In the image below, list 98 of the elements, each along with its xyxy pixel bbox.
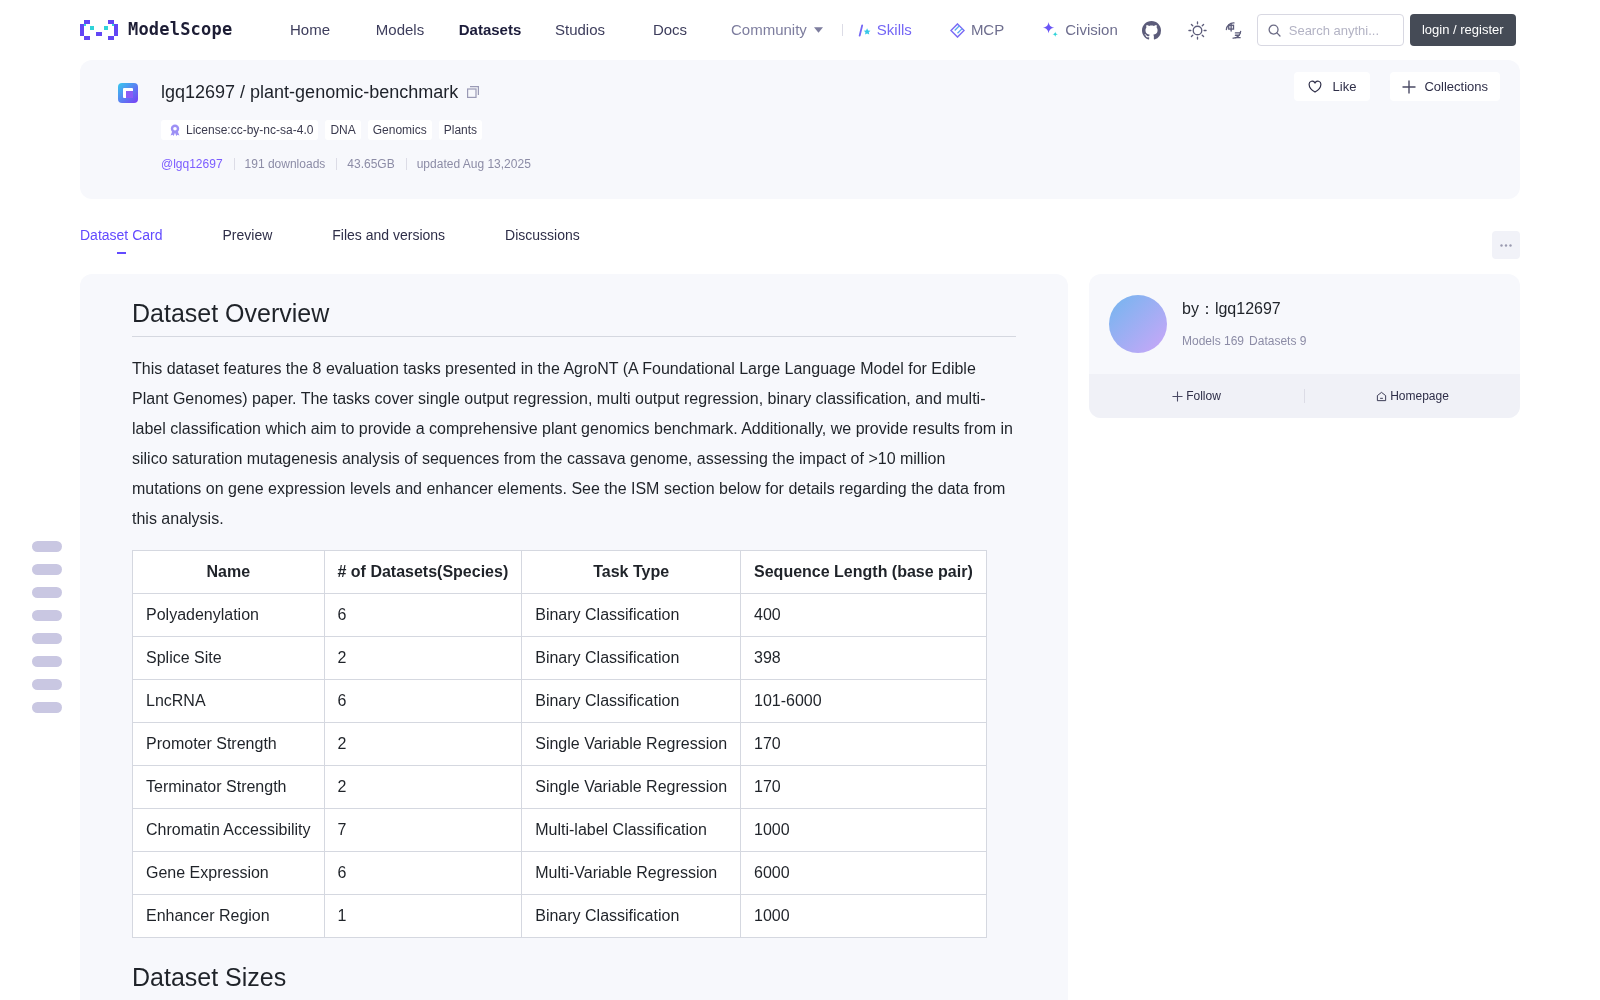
table-cell: Binary Classification <box>521 679 741 723</box>
table-cell: 170 <box>740 765 987 809</box>
table-cell: 6 <box>324 593 522 637</box>
outline-marker[interactable] <box>32 587 62 598</box>
table-cell: Splice Site <box>132 636 324 680</box>
table-cell: 398 <box>740 636 987 680</box>
nav-link[interactable]: Skills <box>857 18 912 42</box>
table-cell: Binary Classification <box>521 636 741 680</box>
author-link[interactable]: @lgq12697 <box>161 156 223 172</box>
table-cell: 6 <box>324 679 522 723</box>
table-cell: Binary Classification <box>521 593 741 637</box>
nav-link[interactable]: Models <box>355 18 445 42</box>
github-icon[interactable] <box>1141 20 1161 40</box>
caret-icon <box>813 27 823 33</box>
license-tag[interactable]: License:cc-by-nc-sa-4.0 <box>161 120 319 140</box>
table-cell: Single Variable Regression <box>521 722 741 766</box>
table-cell: Multi-label Classification <box>521 808 741 852</box>
meta-text: 43.65GB <box>347 156 395 172</box>
homepage-button[interactable]: Homepage <box>1305 374 1520 418</box>
login-button[interactable]: login / register <box>1409 14 1516 46</box>
column-header: Task Type <box>521 550 741 594</box>
table-cell: 7 <box>324 808 522 852</box>
sun-icon[interactable] <box>1187 20 1207 40</box>
column-header: # of Datasets(Species) <box>324 550 522 594</box>
author-stat: Models 169 <box>1182 333 1245 349</box>
tab[interactable]: Preview <box>222 225 273 255</box>
search-field[interactable]: Search anythi... <box>1256 14 1404 46</box>
outline-marker[interactable] <box>32 541 62 552</box>
like-button[interactable]: Like <box>1293 72 1371 101</box>
heart-icon <box>1307 80 1322 93</box>
table-cell: 6000 <box>740 851 987 895</box>
dataset-icon <box>118 83 138 103</box>
more-icon <box>1500 243 1512 247</box>
outline-marker[interactable] <box>32 702 62 713</box>
table-cell: 2 <box>324 765 522 809</box>
nav-link[interactable]: Datasets <box>445 18 535 42</box>
tab[interactable]: Dataset Card <box>80 225 163 255</box>
author-stat: Datasets 9 <box>1249 333 1307 349</box>
diamond-icon <box>949 22 965 38</box>
plus-icon <box>1402 79 1417 94</box>
table-cell: 400 <box>740 593 987 637</box>
collections-button[interactable]: Collections <box>1390 72 1500 101</box>
nav-link[interactable]: Docs <box>625 18 715 42</box>
author-name: by：lgq12697 <box>1182 299 1282 319</box>
outline-marker[interactable] <box>32 656 62 667</box>
table-cell: 2 <box>324 636 522 680</box>
dataset-title: lgq12697 / plant-genomic-benchmark <box>161 81 459 104</box>
follow-button[interactable]: Follow <box>1089 374 1304 418</box>
table-cell: Single Variable Regression <box>521 765 741 809</box>
table-cell: Terminator Strength <box>132 765 324 809</box>
table-cell: 2 <box>324 722 522 766</box>
nav-dropdown[interactable]: Community <box>731 18 823 42</box>
table-cell: Chromatin Accessibility <box>132 808 324 852</box>
meta-text: 191 downloads <box>244 156 326 172</box>
table-cell: Promoter Strength <box>132 722 324 766</box>
column-header: Name <box>132 550 324 594</box>
table-cell: 170 <box>740 722 987 766</box>
section-heading: Dataset Overview <box>132 298 1016 337</box>
section-heading: Dataset Sizes <box>132 962 1016 1000</box>
table-cell: 101-6000 <box>740 679 987 723</box>
nav-link[interactable]: Studios <box>535 18 625 42</box>
tab[interactable]: Discussions <box>505 225 580 255</box>
logo-link[interactable]: ModelScope <box>80 17 233 43</box>
column-header: Sequence Length (base pair) <box>740 550 987 594</box>
nav-link[interactable]: Civision <box>1042 18 1118 42</box>
table-cell: Binary Classification <box>521 894 741 938</box>
table-cell: Multi-Variable Regression <box>521 851 741 895</box>
table-cell: LncRNA <box>132 679 324 723</box>
copy-icon[interactable] <box>467 86 480 98</box>
description-paragraph: This dataset features the 8 evaluation tasks presented in the AgroNT (A Foundational Large Language Model for Edible Plant Genomes) paper. The tasks cover single output regression, multi output regression, binary classification, and multi-label classification which aim to provide a comprehensive plant genomics benchmark. Additionally, we provide results from in silico saturation mutagenesis analysis of sequences from the cassava genome, assessing the impact of >10 million mutations on gene expression levels and enhancer elements. See the ISM section below for details regarding the data from this analysis. <box>132 359 1014 529</box>
outline-marker[interactable] <box>32 679 62 690</box>
table-cell: Polyadenylation <box>132 593 324 637</box>
more-button[interactable] <box>1492 231 1520 259</box>
tag[interactable]: DNA <box>325 120 361 140</box>
tag[interactable]: Genomics <box>367 120 432 140</box>
tag[interactable]: Plants <box>438 120 483 140</box>
logo-icon <box>80 20 118 40</box>
outline-marker[interactable] <box>32 564 62 575</box>
nav-link[interactable]: MCP <box>949 18 1005 42</box>
award-icon <box>169 124 181 136</box>
tab[interactable]: Files and versions <box>332 225 446 255</box>
outline-marker[interactable] <box>32 610 62 621</box>
table-cell: 1000 <box>740 808 987 852</box>
meta-text: updated Aug 13,2025 <box>416 156 531 172</box>
slash-star-icon <box>857 23 871 37</box>
outline-marker[interactable] <box>32 633 62 644</box>
nav-link[interactable]: Home <box>265 18 355 42</box>
sparkle-icon <box>1042 21 1060 39</box>
house-icon <box>1376 390 1388 402</box>
avatar <box>1109 295 1167 353</box>
table-cell: 1 <box>324 894 522 938</box>
translate-icon[interactable] <box>1223 20 1243 40</box>
search-icon <box>1267 24 1281 37</box>
table-cell: Enhancer Region <box>132 894 324 938</box>
table-cell: 1000 <box>740 894 987 938</box>
table-cell: Gene Expression <box>132 851 324 895</box>
table-cell: 6 <box>324 851 522 895</box>
plus-icon <box>1172 390 1184 402</box>
